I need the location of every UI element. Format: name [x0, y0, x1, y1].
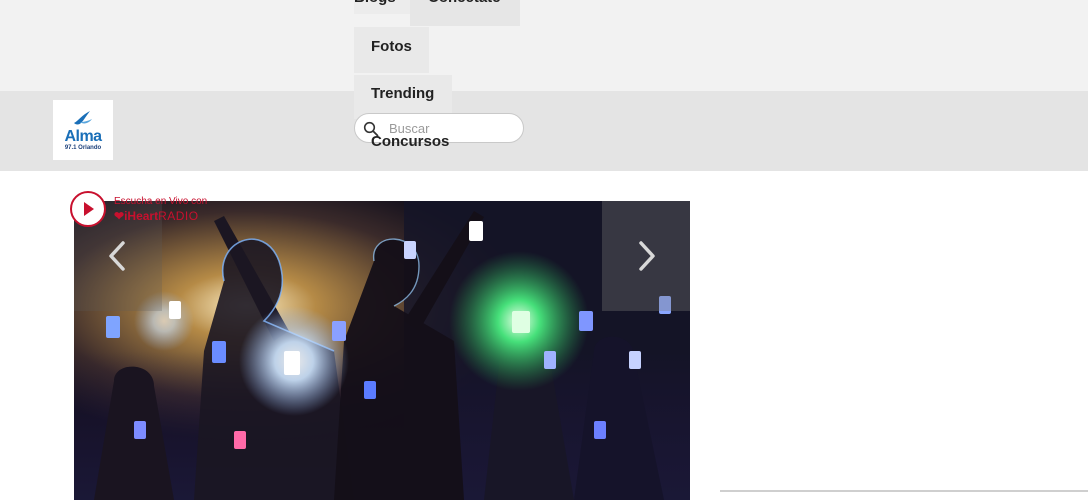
- sidebar-divider: [720, 490, 1088, 492]
- top-band: [0, 0, 1088, 91]
- nav-item-blogs[interactable]: Blogs: [354, 0, 410, 14]
- concert-crowd-image: [74, 201, 690, 500]
- nav-item-concursos[interactable]: Concursos: [354, 128, 454, 158]
- listen-live-widget[interactable]: Escucha en Vivo con ❤iHeartRADIO: [70, 191, 210, 227]
- chevron-left-icon: [109, 241, 125, 271]
- site-logo[interactable]: Alma 97.1 Orlando: [53, 100, 113, 160]
- listen-live-text: Escucha en Vivo con: [114, 196, 208, 207]
- site-header: [0, 91, 1088, 171]
- logo-frequency: 97.1 Orlando: [64, 144, 102, 151]
- logo-name: Alma: [64, 127, 102, 145]
- photo-carousel: [74, 201, 690, 500]
- heart-icon: ❤: [114, 209, 125, 223]
- listen-live-play-button[interactable]: [70, 191, 106, 227]
- brand-suffix: RADIO: [158, 209, 199, 223]
- bird-logo-icon: [74, 110, 92, 124]
- chevron-right-icon: [639, 241, 655, 271]
- carousel-next-button[interactable]: [602, 201, 690, 311]
- iheartradio-logo: ❤iHeartRADIO: [114, 209, 199, 223]
- nav-item-fotos[interactable]: Fotos: [354, 27, 429, 73]
- nav-item-conectate[interactable]: Conectate: [410, 0, 520, 26]
- play-icon: [84, 202, 94, 216]
- brand-name: iHeart: [124, 209, 159, 223]
